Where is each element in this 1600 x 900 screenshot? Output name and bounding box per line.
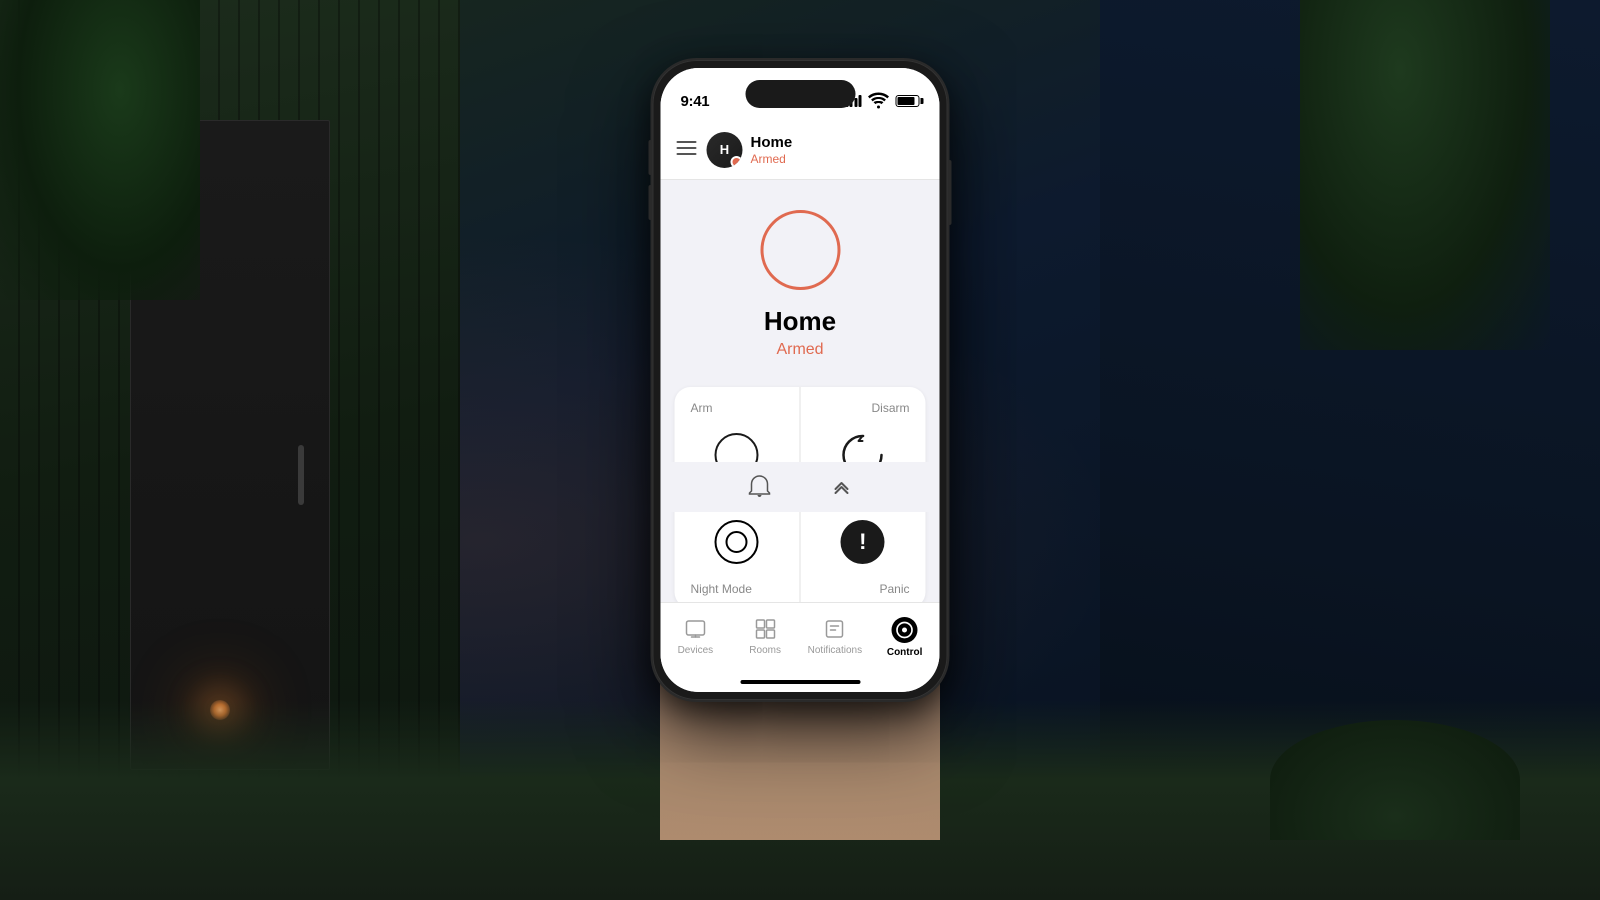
control-tab-label: Control bbox=[887, 647, 923, 658]
tree-right bbox=[1300, 0, 1550, 350]
phone-in-hand: 9:41 bbox=[610, 60, 990, 840]
disarm-label: Disarm bbox=[872, 401, 910, 415]
door-handle bbox=[298, 445, 304, 505]
home-name-label: Home bbox=[751, 134, 793, 152]
status-section: Home Armed bbox=[661, 180, 940, 379]
tab-notifications[interactable]: Notifications bbox=[800, 613, 870, 656]
tab-control[interactable]: Control bbox=[870, 613, 940, 658]
night-mode-label: Night Mode bbox=[691, 582, 752, 596]
home-armed-status: Armed bbox=[751, 152, 793, 166]
status-armed-label: Armed bbox=[776, 341, 823, 359]
arm-label: Arm bbox=[691, 401, 713, 415]
status-icons bbox=[845, 89, 920, 113]
phone-device: 9:41 bbox=[653, 60, 948, 700]
avatar-armed-ring bbox=[731, 156, 743, 168]
night-mode-icon-area bbox=[691, 512, 784, 572]
notifications-tab-icon bbox=[823, 617, 847, 641]
status-home-label: Home bbox=[764, 306, 836, 337]
armed-indicator-circle bbox=[760, 210, 840, 290]
power-button bbox=[949, 160, 952, 225]
shortcuts-bar bbox=[661, 462, 940, 512]
home-indicator bbox=[740, 680, 860, 684]
nav-bar: H Home Armed bbox=[661, 120, 940, 180]
panic-icon: ! bbox=[841, 520, 885, 564]
control-tab-active-bg bbox=[892, 617, 918, 643]
home-info: Home Armed bbox=[751, 134, 793, 166]
dynamic-island bbox=[745, 80, 855, 108]
devices-tab-icon bbox=[683, 617, 707, 641]
tab-rooms[interactable]: Rooms bbox=[730, 613, 800, 656]
tab-bar: Devices Rooms bbox=[661, 602, 940, 692]
hand-area: 9:41 bbox=[610, 60, 990, 840]
panic-label: Panic bbox=[879, 582, 909, 596]
volume-button bbox=[649, 185, 652, 220]
status-time: 9:41 bbox=[681, 93, 710, 110]
battery-fill bbox=[898, 97, 915, 105]
signal-bar-4 bbox=[859, 95, 862, 107]
control-tab-icon bbox=[895, 620, 915, 640]
menu-icon[interactable] bbox=[677, 139, 697, 160]
night-mode-cell[interactable]: Night Mode bbox=[675, 498, 801, 602]
home-avatar: H bbox=[707, 132, 743, 168]
panic-cell[interactable]: ! Panic bbox=[800, 498, 926, 602]
chevrons-shortcut[interactable] bbox=[830, 475, 852, 499]
tree-left bbox=[0, 0, 200, 300]
night-mode-inner-circle bbox=[726, 531, 748, 553]
main-content: Home Armed Arm bbox=[661, 180, 940, 602]
signal-bar-3 bbox=[854, 98, 857, 107]
tab-devices[interactable]: Devices bbox=[661, 613, 731, 656]
notifications-tab-label: Notifications bbox=[808, 645, 862, 656]
rooms-tab-icon bbox=[753, 617, 777, 641]
devices-tab-label: Devices bbox=[678, 645, 714, 656]
phone-screen: 9:41 bbox=[661, 68, 940, 692]
night-mode-icon bbox=[715, 520, 759, 564]
rooms-tab-label: Rooms bbox=[749, 645, 781, 656]
bell-shortcut[interactable] bbox=[748, 475, 770, 499]
shrub-right bbox=[1270, 720, 1520, 840]
battery-icon bbox=[896, 95, 920, 107]
wifi-icon bbox=[867, 89, 891, 113]
panic-icon-area: ! bbox=[816, 512, 910, 572]
